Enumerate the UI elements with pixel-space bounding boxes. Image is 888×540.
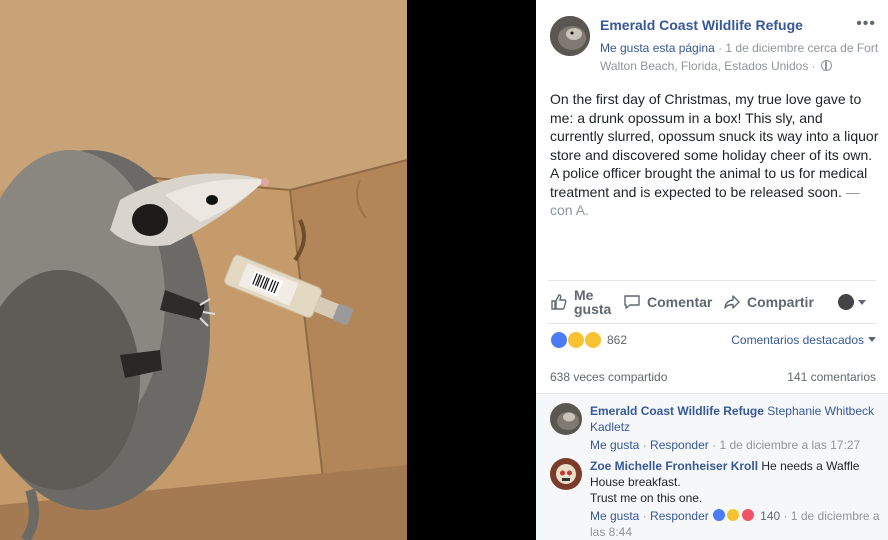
comment-item: Zoe Michelle Fronheiser Kroll He needs a… xyxy=(550,458,880,540)
comment-reply-link[interactable]: Responder xyxy=(650,438,709,452)
reaction-count: 862 xyxy=(607,333,628,347)
post-body: On the first day of Christmas, my true l… xyxy=(550,91,879,200)
wow-reaction-icon xyxy=(584,331,602,349)
like-reaction-icon xyxy=(550,331,568,349)
comment-actions: Me gusta · Responder 140 · 1 de diciembr… xyxy=(590,508,880,539)
comment-time[interactable]: 1 de diciembre a las 17:27 xyxy=(719,438,860,452)
post-photo[interactable] xyxy=(0,0,407,540)
comments-list: Emerald Coast Wildlife Refuge Stephanie … xyxy=(536,393,888,540)
comment-actions: Me gusta · Responder · 1 de diciembre a … xyxy=(590,438,861,452)
comments-count-link[interactable]: 141 comentarios xyxy=(787,370,876,384)
page-avatar[interactable] xyxy=(550,16,590,56)
like-button[interactable]: Me gusta xyxy=(550,281,612,323)
like-thumb-icon xyxy=(551,294,567,310)
commenter-avatar[interactable] xyxy=(550,458,582,490)
comment-author[interactable]: Zoe Michelle Fronheiser Kroll xyxy=(590,459,758,473)
opossum-photo xyxy=(0,0,407,540)
like-reaction-icon xyxy=(712,508,727,522)
shares-count-link[interactable]: 638 veces compartido xyxy=(550,370,667,384)
share-arrow-icon xyxy=(724,295,740,309)
comment-reactions[interactable]: 140 xyxy=(712,508,783,523)
comment-bubble-icon xyxy=(624,295,640,309)
comment-author[interactable]: Emerald Coast Wildlife Refuge xyxy=(590,404,764,418)
caret-down-icon xyxy=(858,299,866,305)
share-button[interactable]: Compartir xyxy=(723,281,814,323)
comment-reaction-count: 140 xyxy=(760,509,781,523)
like-page-link[interactable]: Me gusta esta página xyxy=(600,41,715,55)
haha-reaction-icon xyxy=(567,331,585,349)
privacy-separator: · xyxy=(808,59,819,73)
haha-reaction-icon xyxy=(726,508,741,522)
caret-down-icon xyxy=(868,337,876,342)
reactions-summary[interactable]: 862 xyxy=(550,330,627,350)
comment-label: Comentar xyxy=(647,294,713,310)
post-panel: Emerald Coast Wildlife Refuge ••• Me gus… xyxy=(536,0,888,540)
comment-reply-link[interactable]: Responder xyxy=(650,509,709,523)
post-header: Emerald Coast Wildlife Refuge ••• Me gus… xyxy=(550,14,878,74)
comment-like-link[interactable]: Me gusta xyxy=(590,438,639,452)
globe-icon[interactable] xyxy=(821,60,832,71)
love-reaction-icon xyxy=(740,508,755,522)
commenter-avatar[interactable] xyxy=(550,403,582,435)
comment-body: Zoe Michelle Fronheiser Kroll He needs a… xyxy=(590,458,880,540)
comment-item: Emerald Coast Wildlife Refuge Stephanie … xyxy=(550,403,878,463)
comment-sort-dropdown[interactable]: Comentarios destacados xyxy=(731,333,876,347)
page-name-link[interactable]: Emerald Coast Wildlife Refuge xyxy=(600,17,803,33)
like-label: Me gusta xyxy=(574,287,612,317)
comment-text-line2: Trust me on this one. xyxy=(590,491,703,505)
comment-like-link[interactable]: Me gusta xyxy=(590,509,639,523)
post-as-selector[interactable] xyxy=(838,281,866,323)
comment-body: Emerald Coast Wildlife Refuge Stephanie … xyxy=(590,403,880,453)
meta-separator: · xyxy=(714,41,726,55)
post-actions-bar: Me gusta Comentar Compartir xyxy=(548,280,876,324)
post-text: On the first day of Christmas, my true l… xyxy=(550,90,880,220)
viewer-avatar xyxy=(838,294,854,310)
share-label: Compartir xyxy=(747,294,814,310)
post-meta: Me gusta esta página · 1 de diciembre ce… xyxy=(600,39,885,75)
more-options-icon[interactable]: ••• xyxy=(856,16,876,32)
sort-label: Comentarios destacados xyxy=(731,333,864,347)
